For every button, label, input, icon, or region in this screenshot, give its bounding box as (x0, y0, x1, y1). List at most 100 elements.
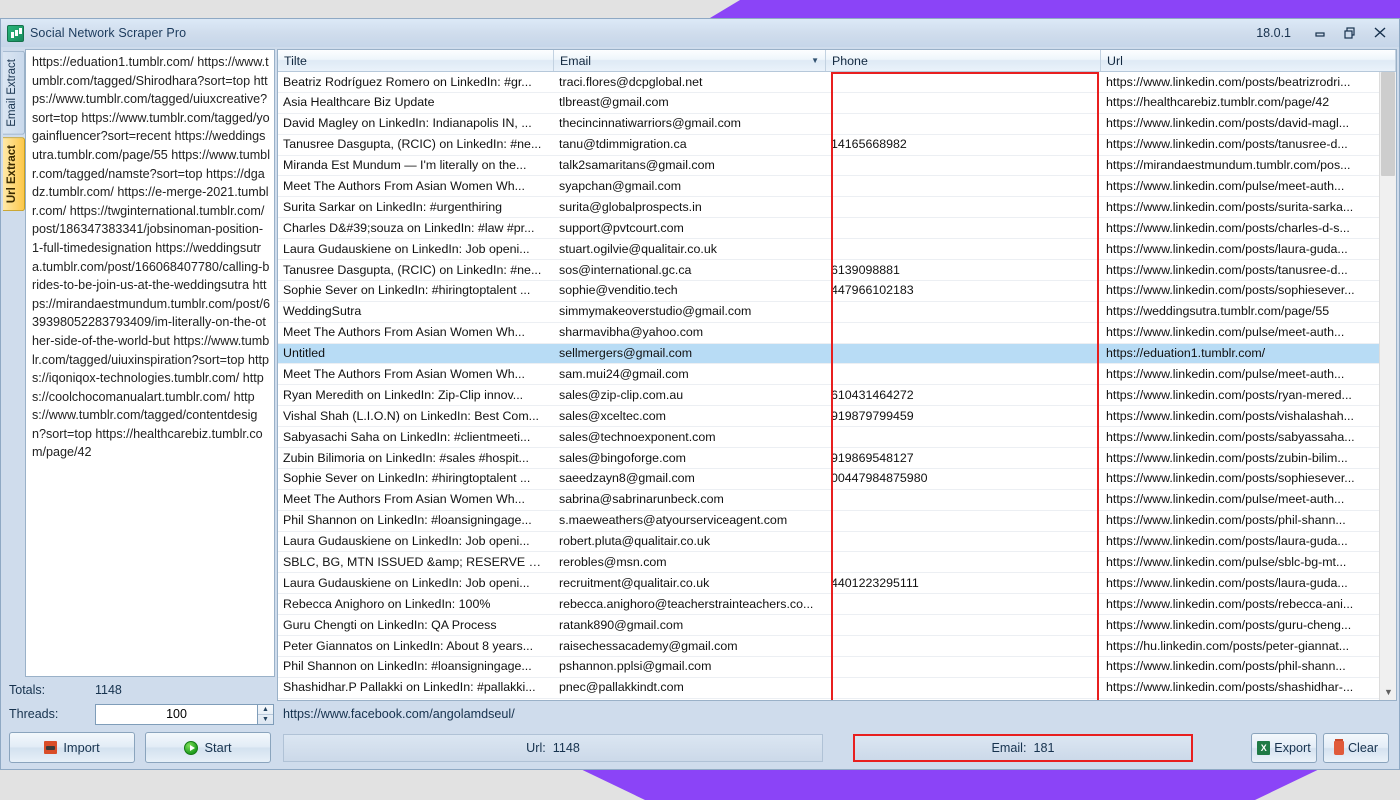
cell-email: syapchan@gmail.com (559, 178, 682, 193)
table-row[interactable]: Shashidhar.P Pallakki on LinkedIn: #pall… (278, 678, 1396, 699)
grid-vertical-scrollbar[interactable]: ▼ (1379, 72, 1396, 700)
table-row[interactable]: WeddingSutra simmymakeoverstudio@gmail.co… (278, 302, 1396, 323)
clear-button[interactable]: Clear (1323, 733, 1389, 763)
window-body: Email Extract Url Extract https://eduati… (1, 47, 1399, 769)
table-row[interactable]: Ryan Meredith on LinkedIn: Zip-Clip inno… (278, 385, 1396, 407)
application-window: Social Network Scraper Pro 18.0.1 Email … (0, 18, 1400, 770)
table-row[interactable]: Sophie Sever on LinkedIn: #hiringtoptale… (278, 281, 1396, 302)
table-row[interactable]: Peter Giannatos on LinkedIn: About 8 yea… (278, 636, 1396, 657)
cell-phone (826, 677, 1101, 698)
table-row[interactable]: Miranda Est Mundum — I'm literally on th… (278, 699, 1396, 700)
totals-label: Totals: (9, 683, 46, 697)
table-row[interactable]: Untitled sellmergers@gmail.com https://edu… (278, 343, 1396, 365)
column-header-email[interactable]: Email ▼ (554, 50, 826, 71)
tab-url-extract[interactable]: Url Extract (3, 136, 25, 211)
table-row[interactable]: David Magley on LinkedIn: Indianapolis I… (278, 114, 1396, 135)
cell-phone: 610431464272 (831, 387, 914, 402)
cell-url: https://hu.linkedin.com/posts/peter-gian… (1106, 638, 1350, 653)
column-header-title[interactable]: Tilte (278, 50, 554, 71)
url-count-value: 1148 (552, 741, 580, 755)
table-row[interactable]: Miranda Est Mundum — I'm literally on th… (278, 156, 1396, 177)
table-row[interactable]: SBLC, BG, MTN ISSUED &amp; RESERVE ON...… (278, 552, 1396, 574)
cell-url: https://www.linkedin.com/posts/guru-chen… (1106, 617, 1352, 632)
export-button[interactable]: X Export (1251, 733, 1317, 763)
cell-title: Sophie Sever on LinkedIn: #hiringtoptale… (283, 283, 531, 298)
email-count-pane: Email: 181 (853, 734, 1193, 762)
threads-decrement-button[interactable]: ▼ (258, 715, 273, 724)
cell-email: pnec@pallakkindt.com (559, 680, 684, 695)
import-button[interactable]: Import (9, 732, 135, 763)
table-row[interactable]: Meet The Authors From Asian Women Wh... s… (278, 176, 1396, 198)
cell-email: sales@xceltec.com (559, 408, 666, 423)
export-button-label: Export (1274, 741, 1311, 755)
app-chart-icon (7, 24, 24, 42)
cell-email: stuart.ogilvie@qualitair.co.uk (559, 241, 717, 256)
cell-title: Untitled (283, 346, 326, 361)
results-grid: Tilte Email ▼ Phone Url Beatriz Rodrígue… (277, 49, 1397, 701)
cell-email: sales@zip-clip.com.au (559, 387, 684, 402)
cell-url: https://www.linkedin.com/pulse/meet-auth… (1106, 178, 1345, 193)
threads-stepper[interactable]: ▲ ▼ (95, 703, 274, 725)
scroll-down-arrow-icon[interactable]: ▼ (1380, 683, 1396, 700)
cell-title: Charles D&#39;souza on LinkedIn: #law #p… (283, 220, 535, 235)
table-row[interactable]: Meet The Authors From Asian Women Wh... s… (278, 490, 1396, 511)
cell-title: Phil Shannon on LinkedIn: #loansigningag… (283, 659, 532, 674)
table-row[interactable]: Tanusree Dasgupta, (RCIC) on LinkedIn: #… (278, 135, 1396, 156)
table-row[interactable]: Sabyasachi Saha on LinkedIn: #clientmeet… (278, 427, 1396, 449)
column-header-phone[interactable]: Phone (826, 50, 1101, 71)
table-row[interactable]: Surita Sarkar on LinkedIn: #urgenthiring… (278, 197, 1396, 219)
cell-url: https://www.linkedin.com/pulse/meet-auth… (1106, 325, 1345, 340)
cell-phone (826, 510, 1101, 531)
table-row[interactable]: Vishal Shah (L.I.O.N) on LinkedIn: Best … (278, 406, 1396, 428)
table-row[interactable]: Sophie Sever on LinkedIn: #hiringtoptale… (278, 469, 1396, 490)
cell-url: https://mirandaestmundum.tumblr.com/pos.… (1101, 698, 1396, 700)
cell-phone (826, 552, 1101, 573)
cell-email: sellmergers@gmail.com (559, 346, 693, 361)
column-header-url[interactable]: Url (1101, 50, 1396, 71)
table-row[interactable]: Meet The Authors From Asian Women Wh... s… (278, 323, 1396, 344)
table-row[interactable]: Phil Shannon on LinkedIn: #loansigningag… (278, 511, 1396, 532)
cell-email: support@pvtcourt.com (559, 220, 684, 235)
cell-title: Guru Chengti on LinkedIn: QA Process (283, 617, 497, 632)
start-button[interactable]: Start (145, 732, 271, 763)
table-row[interactable]: Beatriz Rodríguez Romero on LinkedIn: #g… (278, 72, 1396, 93)
left-panel: Email Extract Url Extract https://eduati… (3, 49, 275, 769)
cell-url: https://www.linkedin.com/posts/laura-gud… (1106, 534, 1348, 549)
version-label: 18.0.1 (1256, 26, 1291, 40)
threads-input[interactable] (95, 703, 257, 725)
table-row[interactable]: Laura Gudauskiene on LinkedIn: Job openi… (278, 239, 1396, 261)
cell-email: traci.flores@dcpglobal.net (559, 74, 703, 89)
tab-email-extract[interactable]: Email Extract (3, 51, 25, 135)
threads-spinner-buttons[interactable]: ▲ ▼ (257, 703, 274, 725)
url-list-textarea[interactable]: https://eduation1.tumblr.com/ https://ww… (25, 49, 275, 677)
table-row[interactable]: Laura Gudauskiene on LinkedIn: Job openi… (278, 532, 1396, 553)
table-row[interactable]: Meet The Authors From Asian Women Wh... s… (278, 364, 1396, 386)
maximize-button[interactable] (1335, 22, 1365, 44)
email-count-label: Email: (991, 741, 1027, 755)
close-button[interactable] (1365, 22, 1395, 44)
cell-url: https://weddingsutra.tumblr.com/page/55 (1106, 304, 1330, 319)
cell-url: https://mirandaestmundum.tumblr.com/pos.… (1106, 158, 1351, 173)
cell-email: recruitment@qualitair.co.uk (559, 575, 710, 590)
grid-body[interactable]: Beatriz Rodríguez Romero on LinkedIn: #g… (278, 72, 1396, 700)
table-row[interactable]: Laura Gudauskiene on LinkedIn: Job openi… (278, 573, 1396, 595)
table-row[interactable]: Tanusree Dasgupta, (RCIC) on LinkedIn: #… (278, 260, 1396, 281)
table-row[interactable]: Rebecca Anighoro on LinkedIn: 100% rebecc… (278, 594, 1396, 616)
cell-url: https://www.linkedin.com/posts/surita-sa… (1106, 199, 1354, 214)
column-header-phone-label: Phone (832, 53, 868, 68)
minimize-button[interactable] (1305, 22, 1335, 44)
scrollbar-thumb[interactable] (1381, 72, 1395, 176)
column-header-email-label: Email (560, 53, 591, 68)
table-row[interactable]: Charles D&#39;souza on LinkedIn: #law #p… (278, 218, 1396, 240)
table-row[interactable]: Asia Healthcare Biz Update tlbreast@gmail… (278, 93, 1396, 114)
cell-phone (826, 343, 1101, 364)
cell-title: Ryan Meredith on LinkedIn: Zip-Clip inno… (283, 387, 524, 402)
table-row[interactable]: Zubin Bilimoria on LinkedIn: #sales #hos… (278, 448, 1396, 469)
table-row[interactable]: Phil Shannon on LinkedIn: #loansigningag… (278, 657, 1396, 678)
table-row[interactable]: Guru Chengti on LinkedIn: QA Process rata… (278, 615, 1396, 637)
column-header-title-label: Tilte (284, 53, 307, 68)
threads-increment-button[interactable]: ▲ (258, 705, 273, 715)
cell-url: https://www.linkedin.com/posts/phil-shan… (1106, 659, 1346, 674)
cell-url: https://www.linkedin.com/posts/laura-gud… (1106, 575, 1348, 590)
cell-title: SBLC, BG, MTN ISSUED &amp; RESERVE ON... (283, 554, 554, 569)
